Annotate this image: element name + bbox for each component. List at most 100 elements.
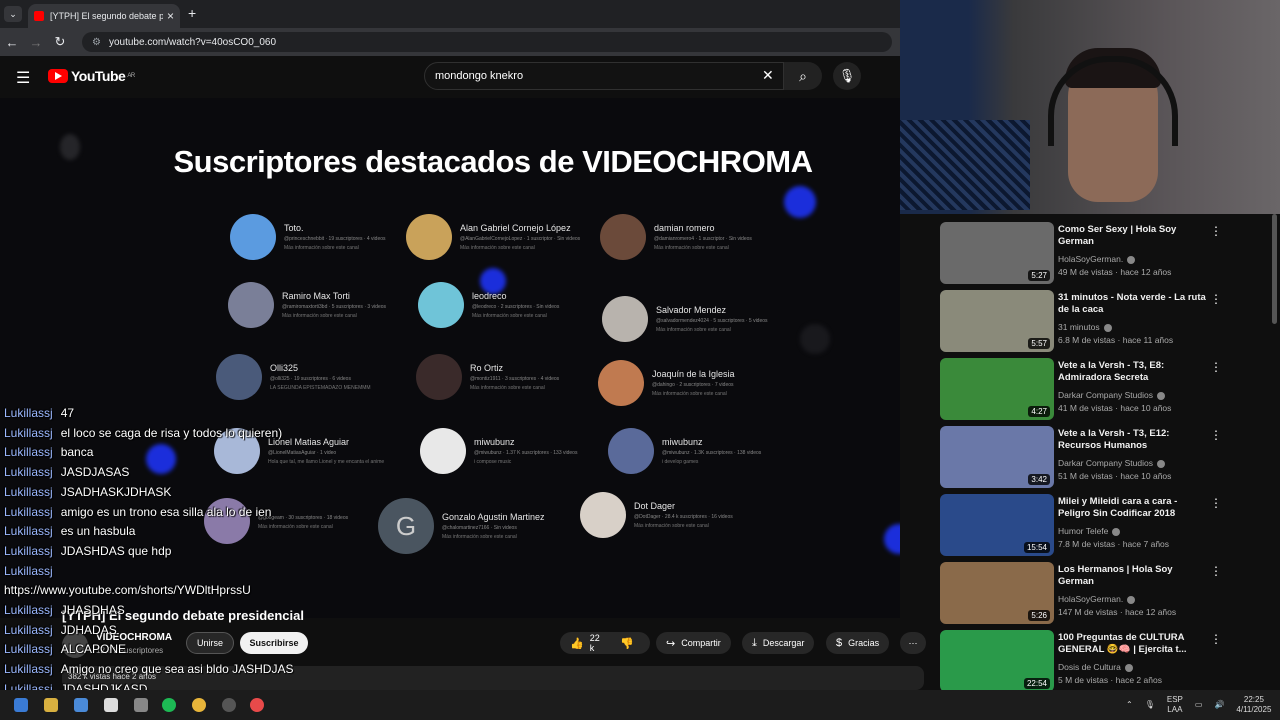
video-heading: Suscriptores destacados de VIDEOCHROMA [173, 144, 813, 179]
forward-icon[interactable]: → [24, 35, 48, 50]
app-icon[interactable] [134, 698, 148, 712]
dislike-icon[interactable]: 👎 [620, 637, 634, 650]
subscriber-info: damian romero @damianromero4 · 1 suscript… [654, 223, 752, 251]
subscriber-name: Ramiro Max Torti [282, 291, 350, 301]
spotify-icon[interactable] [162, 698, 176, 712]
more-options-icon[interactable]: ⋮ [1210, 632, 1222, 646]
video-thumbnail[interactable]: 4:27 [940, 358, 1054, 420]
recommended-video[interactable]: 4:27 Vete a la Versh - T3, E8: Admiradora… [940, 354, 1270, 420]
subscriber-card[interactable]: Joaquín de la Iglesia @dahingo · 2 suscri… [598, 360, 735, 406]
microphone-tray-icon[interactable]: 🎙 [1145, 700, 1155, 710]
chrome-active-icon[interactable] [250, 698, 264, 712]
video-thumbnail[interactable]: 5:27 [940, 222, 1054, 284]
browser-tab[interactable]: [YTPH] El segundo debate presidencial × [28, 4, 180, 28]
obs-icon[interactable] [222, 698, 236, 712]
youtube-logo[interactable]: YouTube AR [48, 68, 135, 84]
like-icon[interactable]: 👍 [570, 637, 584, 650]
app-icon[interactable] [104, 698, 118, 712]
clear-search-icon[interactable]: ✕ [762, 67, 774, 84]
new-tab-icon[interactable]: + [188, 5, 196, 21]
language-indicator[interactable]: ESP LAA [1167, 695, 1183, 715]
recommended-video[interactable]: 15:54 Milei y Mileidi cara a cara - Pelig… [940, 490, 1270, 556]
like-dislike-group: 👍 22 k 👎 [560, 632, 650, 654]
subscriber-meta: @miwubunz · 1.37 K suscriptores · 133 vi… [474, 450, 578, 456]
app-icon[interactable] [74, 698, 88, 712]
recommended-video[interactable]: 22:54 100 Preguntas de CULTURA GENERAL 🤓🧠… [940, 626, 1270, 690]
subscriber-card[interactable]: miwubunz @miwubunz · 1.3K suscriptores · … [608, 428, 761, 474]
subscriber-card[interactable]: Alan Gabriel Cornejo López @AlanGabrielCo… [406, 214, 580, 260]
subscriber-card[interactable]: leodreco @leodreco · 2 suscriptores · Sin… [418, 282, 559, 328]
subscriber-info: Joaquín de la Iglesia @dahingo · 2 suscri… [652, 369, 735, 397]
more-options-icon[interactable]: ⋮ [1210, 360, 1222, 374]
more-options-icon[interactable]: ⋮ [1210, 292, 1222, 306]
recommended-channel[interactable]: Darkar Company Studios [1058, 458, 1165, 468]
more-options-icon[interactable]: ⋮ [1210, 564, 1222, 578]
subscriber-card[interactable]: Salvador Mendez @salvadormendez4024 · 5 s… [602, 296, 768, 342]
chat-message: Lukillassj amigo es un trono esa silla al… [4, 505, 271, 519]
site-settings-icon[interactable]: ⚙ [92, 37, 101, 48]
recommended-channel[interactable]: HolaSoyGerman. [1058, 254, 1136, 264]
thanks-button[interactable]: $ Gracias [826, 632, 890, 654]
recommended-title[interactable]: Los Hermanos | Hola Soy German [1058, 564, 1206, 588]
subscriber-card[interactable]: Toto. @princeschnebbit · 19 suscriptores … [230, 214, 386, 260]
video-thumbnail[interactable]: 15:54 [940, 494, 1054, 556]
close-tab-icon[interactable]: × [167, 9, 174, 23]
like-count[interactable]: 22 k [590, 633, 605, 653]
share-button[interactable]: ↪ Compartir [656, 632, 731, 654]
recommended-title[interactable]: 31 minutos - Nota verde - La ruta de la … [1058, 292, 1206, 316]
video-thumbnail[interactable]: 22:54 [940, 630, 1054, 690]
subscriber-info: Alan Gabriel Cornejo López @AlanGabrielCo… [460, 223, 580, 251]
more-options-icon[interactable]: ⋮ [1210, 224, 1222, 238]
recommended-video[interactable]: 5:26 Los Hermanos | Hola Soy German HolaSo… [940, 558, 1270, 624]
recommended-channel[interactable]: HolaSoyGerman. [1058, 594, 1136, 604]
more-options-icon[interactable]: ⋮ [1210, 496, 1222, 510]
subscriber-meta: @AlanGabrielCornejoLopez · 1 suscriptor … [460, 236, 581, 242]
recommended-title[interactable]: Vete a la Versh - T3, E12: Recursos Huma… [1058, 428, 1206, 452]
more-options-icon[interactable]: ⋮ [1210, 428, 1222, 442]
recommended-video[interactable]: 5:57 31 minutos - Nota verde - La ruta de… [940, 286, 1270, 352]
url-field[interactable]: ⚙ youtube.com/watch?v=40osCO0_060 [82, 32, 892, 52]
reload-icon[interactable]: ↻ [48, 34, 72, 50]
video-thumbnail[interactable]: 5:57 [940, 290, 1054, 352]
video-duration: 3:42 [1028, 474, 1050, 485]
subscriber-card[interactable]: miwubunz @miwubunz · 1.37 K suscriptores … [420, 428, 577, 474]
more-actions-icon[interactable]: ⋯ [900, 632, 926, 654]
recommended-video[interactable]: 5:27 Como Ser Sexy | Hola Soy German HolaS… [940, 218, 1270, 284]
search-input[interactable]: mondongo knekro [424, 62, 784, 90]
search-button[interactable]: ⌕ [784, 62, 822, 90]
volume-icon[interactable]: 🔊 [1214, 700, 1224, 710]
hamburger-menu-icon[interactable]: ☰ [16, 68, 30, 88]
scrollbar[interactable] [1272, 214, 1277, 324]
clock[interactable]: 22:25 4/11/2025 [1236, 695, 1271, 715]
recommended-title[interactable]: Milei y Mileidi cara a cara - Peligro Si… [1058, 496, 1206, 520]
file-explorer-icon[interactable] [44, 698, 58, 712]
subscriber-meta: @ramiromaxtorti3bd · 5 suscriptores · 3 … [282, 304, 386, 310]
recommended-channel-name: Humor Telefe [1058, 526, 1109, 536]
chrome-icon[interactable] [192, 698, 206, 712]
subscriber-card[interactable]: Dot Dager @DotDager · 28.4 k suscriptores… [580, 492, 733, 538]
subscriber-card[interactable]: G Gonzalo Agustin Martinez @chalomartinez7… [378, 498, 545, 554]
tab-list-button[interactable]: ⌄ [4, 6, 22, 22]
back-icon[interactable]: ← [0, 35, 24, 50]
tray-chevron-icon[interactable]: ⌃ [1126, 700, 1133, 710]
chat-text: ALCAPONE [60, 642, 127, 657]
recommended-channel[interactable]: Humor Telefe [1058, 526, 1121, 536]
video-thumbnail[interactable]: 5:26 [940, 562, 1054, 624]
recommended-title[interactable]: Como Ser Sexy | Hola Soy German [1058, 224, 1206, 248]
recommended-title[interactable]: Vete a la Versh - T3, E8: Admiradora Sec… [1058, 360, 1206, 384]
recommended-video[interactable]: 3:42 Vete a la Versh - T3, E12: Recursos … [940, 422, 1270, 488]
search-value: mondongo knekro [435, 70, 524, 82]
recommended-channel[interactable]: Darkar Company Studios [1058, 390, 1165, 400]
microphone-icon[interactable]: 🎙 [833, 62, 861, 90]
subscriber-card[interactable]: Ramiro Max Torti @ramiromaxtorti3bd · 5 s… [228, 282, 386, 328]
download-button[interactable]: ⤓ Descargar [742, 632, 815, 654]
video-thumbnail[interactable]: 3:42 [940, 426, 1054, 488]
subscriber-name: leodreco [472, 291, 507, 301]
subscriber-card[interactable]: Ro Ortiz @montiz1911 · 3 suscriptores · 4… [416, 354, 559, 400]
subscriber-card[interactable]: damian romero @damianromero4 · 1 suscript… [600, 214, 752, 260]
recommended-channel[interactable]: Dosis de Cultura [1058, 662, 1133, 672]
start-icon[interactable] [14, 698, 28, 712]
network-icon[interactable]: ▭ [1195, 700, 1203, 710]
recommended-channel[interactable]: 31 minutos [1058, 322, 1112, 332]
recommended-title[interactable]: 100 Preguntas de CULTURA GENERAL 🤓🧠 | Ej… [1058, 632, 1206, 656]
